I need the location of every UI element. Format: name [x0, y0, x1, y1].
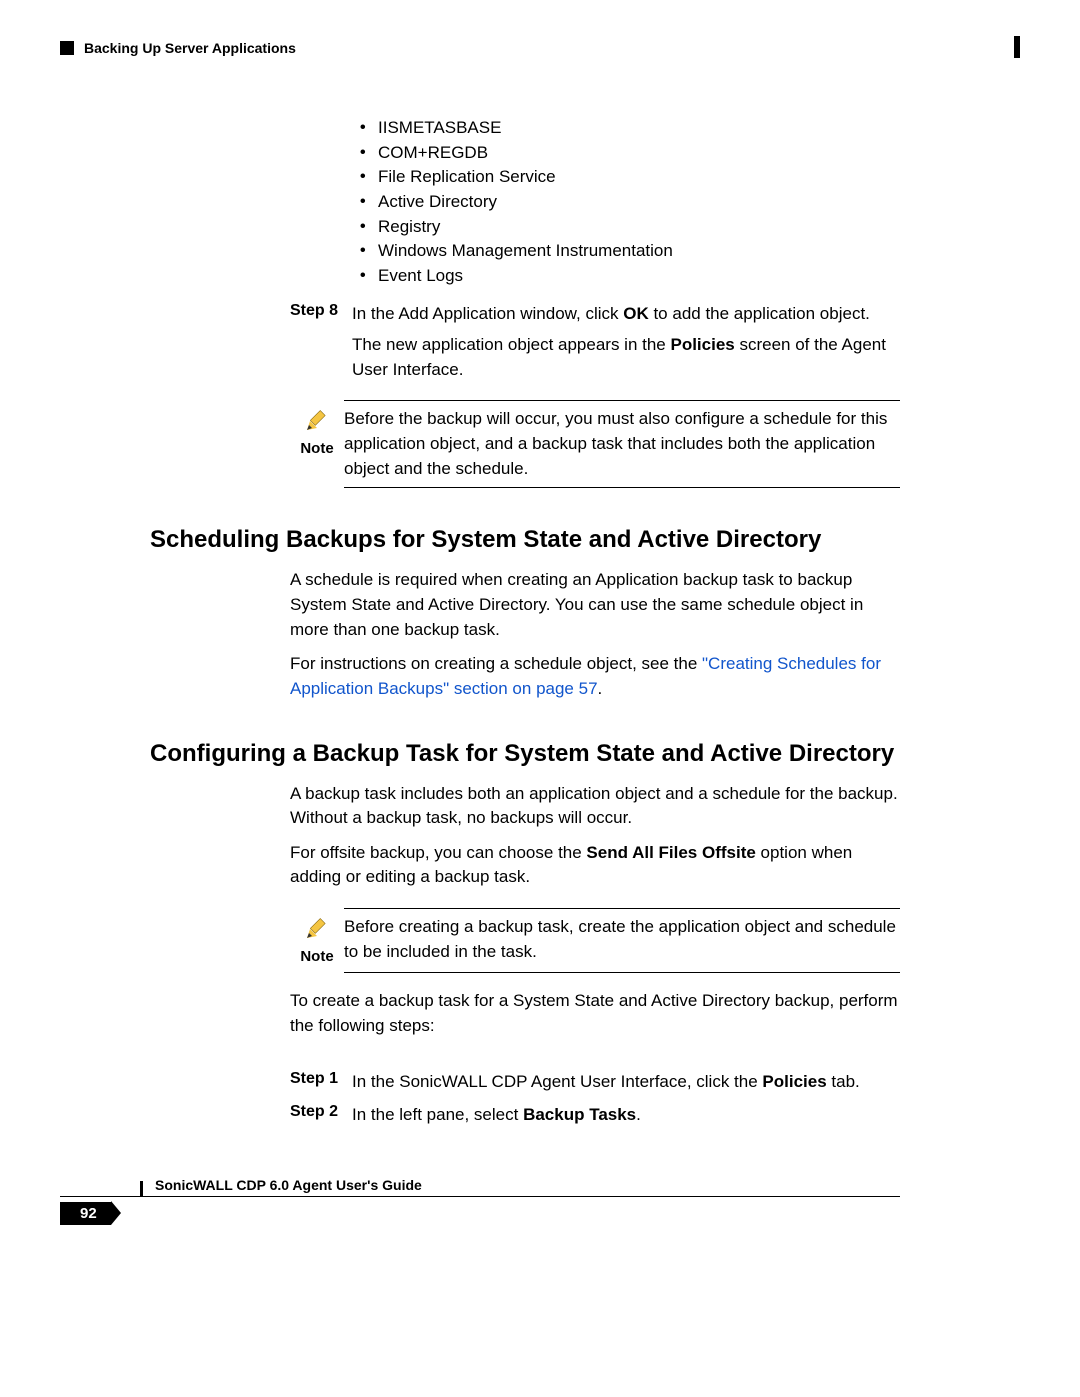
note-left: Note — [290, 915, 344, 966]
bold-text: Backup Tasks — [523, 1105, 636, 1124]
paragraph: To create a backup task for a System Sta… — [290, 989, 900, 1038]
running-title: Backing Up Server Applications — [84, 40, 296, 56]
section-heading: Configuring a Backup Task for System Sta… — [150, 740, 900, 768]
footer-bar: 92 — [0, 1201, 1080, 1225]
list-item: COM+REGDB — [360, 141, 900, 166]
list-item: File Replication Service — [360, 165, 900, 190]
paragraph: For offsite backup, you can choose the S… — [290, 841, 900, 890]
bullet-list: IISMETASBASE COM+REGDB File Replication … — [290, 116, 900, 288]
text: In the left pane, select — [352, 1105, 523, 1124]
step-body: In the Add Application window, click OK … — [352, 302, 870, 327]
step-label: Step 2 — [290, 1103, 352, 1128]
text: For instructions on creating a schedule … — [290, 654, 702, 673]
step-body: The new application object appears in th… — [352, 333, 900, 382]
list-item: IISMETASBASE — [360, 116, 900, 141]
step-label-empty — [290, 333, 352, 382]
note-rule-top — [344, 400, 900, 401]
bold-text: Send All Files Offsite — [586, 843, 755, 862]
page: Backing Up Server Applications IISMETASB… — [0, 0, 1080, 1397]
note-block: Note Before the backup will occur, you m… — [290, 400, 900, 488]
paragraph: A schedule is required when creating an … — [290, 568, 900, 642]
step-label: Step 8 — [290, 302, 352, 327]
footer-doc-title: SonicWALL CDP 6.0 Agent User's Guide — [155, 1177, 422, 1193]
step-row: Step 2 In the left pane, select Backup T… — [290, 1103, 900, 1128]
step-label: Step 1 — [290, 1070, 352, 1095]
note-rule-top — [344, 908, 900, 909]
note-rule-bottom — [344, 972, 900, 973]
note-row: Note Before the backup will occur, you m… — [290, 407, 900, 481]
section1-body: A schedule is required when creating an … — [150, 568, 900, 701]
list-item: Registry — [360, 215, 900, 240]
text: In the Add Application window, click — [352, 304, 623, 323]
page-number-wedge-icon — [111, 1201, 121, 1225]
step-row: Step 1 In the SonicWALL CDP Agent User I… — [290, 1070, 900, 1095]
bold-text: Policies — [670, 335, 734, 354]
step-body: In the SonicWALL CDP Agent User Interfac… — [352, 1070, 860, 1095]
step-row: Step 8 In the Add Application window, cl… — [290, 302, 900, 327]
note-label: Note — [300, 440, 333, 457]
text: The new application object appears in th… — [352, 335, 670, 354]
list-item: Event Logs — [360, 264, 900, 289]
note-rule-bottom — [344, 487, 900, 488]
pencil-icon — [304, 407, 330, 438]
step-body: In the left pane, select Backup Tasks. — [352, 1103, 641, 1128]
running-header: Backing Up Server Applications — [60, 40, 1020, 56]
text: tab. — [827, 1072, 860, 1091]
note-body: Before creating a backup task, create th… — [344, 915, 900, 964]
text: . — [598, 679, 603, 698]
paragraph: For instructions on creating a schedule … — [290, 652, 900, 701]
section2-body: A backup task includes both an applicati… — [150, 782, 900, 1128]
note-body: Before the backup will occur, you must a… — [344, 407, 900, 481]
page-number: 92 — [60, 1202, 111, 1225]
note-left: Note — [290, 407, 344, 458]
section-heading: Scheduling Backups for System State and … — [150, 526, 900, 554]
paragraph: A backup task includes both an applicati… — [290, 782, 900, 831]
pencil-icon — [304, 915, 330, 946]
footer-tick-icon — [140, 1181, 143, 1197]
text: For offsite backup, you can choose the — [290, 843, 586, 862]
text: to add the application object. — [649, 304, 870, 323]
header-square-icon — [60, 41, 74, 55]
text: . — [636, 1105, 641, 1124]
top-edge-mark — [1014, 36, 1020, 58]
bold-text: Policies — [762, 1072, 826, 1091]
list-item: Active Directory — [360, 190, 900, 215]
footer-rule — [60, 1196, 900, 1197]
footer: SonicWALL CDP 6.0 Agent User's Guide 92 — [0, 1201, 1080, 1225]
step-followup: The new application object appears in th… — [290, 333, 900, 382]
bold-text: OK — [623, 304, 649, 323]
note-row: Note Before creating a backup task, crea… — [290, 915, 900, 966]
bullet-block: IISMETASBASE COM+REGDB File Replication … — [150, 116, 900, 488]
text: In the SonicWALL CDP Agent User Interfac… — [352, 1072, 762, 1091]
content-area: IISMETASBASE COM+REGDB File Replication … — [60, 116, 1020, 1128]
list-item: Windows Management Instrumentation — [360, 239, 900, 264]
note-block: Note Before creating a backup task, crea… — [290, 908, 900, 973]
note-label: Note — [300, 948, 333, 965]
